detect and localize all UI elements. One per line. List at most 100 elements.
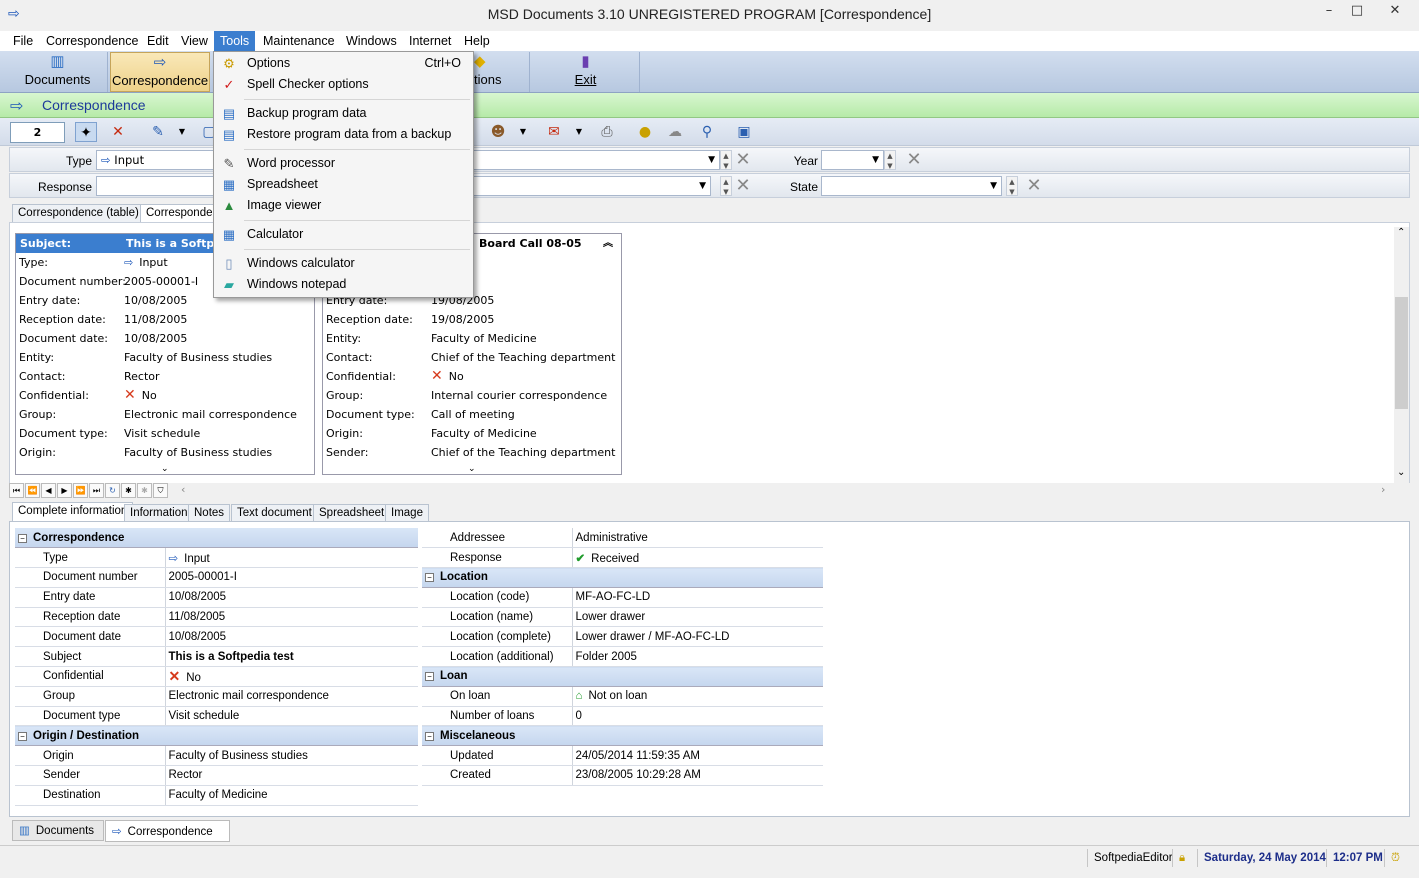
tab-information[interactable]: Information [124, 504, 194, 522]
detail-row[interactable]: Location (complete) Lower drawer / MF-AO-… [422, 626, 823, 648]
detail-row[interactable]: Origin Faculty of Business studies [15, 745, 418, 767]
detail-row[interactable]: Group Electronic mail correspondence [15, 686, 418, 707]
email-dropdown-icon[interactable]: ▼ [568, 122, 590, 142]
group-header[interactable]: − Location [422, 567, 823, 588]
collapse-group-icon[interactable]: − [18, 533, 27, 543]
detail-row[interactable]: Created 23/08/2005 10:29:28 AM [422, 765, 823, 786]
detail-row[interactable]: Location (additional) Folder 2005 [422, 646, 823, 668]
scroll-right-icon[interactable]: › [1381, 483, 1385, 496]
detail-row[interactable]: Entry date 10/08/2005 [15, 587, 418, 608]
last-record-icon[interactable]: ⏭ [89, 483, 104, 498]
lookup-icon[interactable]: ✦ [75, 122, 97, 142]
detail-row[interactable]: Confidential ✕ No [15, 666, 418, 687]
detail-row[interactable]: Type ⇨ Input [15, 547, 418, 569]
next-record-icon[interactable]: ▶ [57, 483, 72, 498]
clear-year-icon[interactable]: ✕ [903, 150, 925, 170]
filter-icon[interactable]: ⛉ [153, 483, 168, 498]
exit-button[interactable]: ▮ Exit [532, 52, 640, 92]
menu-maintenance[interactable]: Maintenance [257, 31, 341, 51]
insert-icon[interactable]: ✱ [121, 483, 136, 498]
card-expand-icon[interactable]: ⌄ [161, 464, 169, 474]
type-secondary-select[interactable]: ▼ [474, 150, 720, 170]
email-delete-icon[interactable]: ✉ [543, 122, 565, 142]
year-spinner[interactable]: ▲ ▼ [884, 150, 896, 170]
detail-row[interactable]: Location (name) Lower drawer [422, 607, 823, 628]
detail-row[interactable]: Reception date 11/08/2005 [15, 607, 418, 628]
menu-correspondence[interactable]: Correspondence [40, 31, 144, 51]
menu-windows[interactable]: Windows [340, 31, 403, 51]
edit-icon[interactable]: ✎ [147, 122, 169, 142]
tools-menu-item-spellcheck[interactable]: ✓ Spell Checker options [214, 74, 473, 95]
tools-menu-item-restore[interactable]: ▤ Restore program data from a backup [214, 124, 473, 145]
window-tab-correspondence[interactable]: ⇨ Correspondence [105, 820, 230, 842]
prev-page-icon[interactable]: ⏪ [25, 483, 40, 498]
detail-row[interactable]: Document number 2005-00001-I [15, 567, 418, 588]
tools-menu-item-windows-calculator[interactable]: ▯ Windows calculator [214, 253, 473, 274]
collapse-group-icon[interactable]: − [425, 672, 434, 682]
contact-schedule-icon[interactable]: ☻ [487, 122, 509, 142]
record-number-field[interactable]: 2 [10, 122, 65, 143]
tab-notes[interactable]: Notes [188, 504, 231, 522]
type-spinner[interactable]: ▲ ▼ [720, 150, 732, 170]
group-icon[interactable]: ● [634, 122, 656, 142]
response-secondary-select[interactable]: ▼ [474, 176, 711, 196]
detail-row[interactable]: Destination Faculty of Medicine [15, 785, 418, 806]
window-tab-documents[interactable]: ▥ Documents [12, 820, 104, 841]
tab-complete-information[interactable]: Complete information [12, 502, 134, 522]
detail-row[interactable]: Sender Rector [15, 765, 418, 786]
detail-row[interactable]: Addressee Administrative [422, 528, 823, 549]
tab-spreadsheet[interactable]: Spreadsheet [313, 504, 391, 522]
tab-text-document[interactable]: Text document [231, 504, 318, 522]
window-icon[interactable]: ▣ [733, 122, 755, 142]
detail-row[interactable]: Subject This is a Softpedia test [15, 646, 418, 668]
card-expand-icon[interactable]: ⌄ [468, 464, 476, 474]
detail-row[interactable]: Document date 10/08/2005 [15, 626, 418, 648]
tools-menu-item-notepad[interactable]: ▰ Windows notepad [214, 274, 473, 295]
collapse-group-icon[interactable]: − [18, 731, 27, 741]
cloud-icon[interactable]: ☁ [664, 122, 686, 142]
print-icon[interactable]: ⎙ [596, 122, 618, 142]
menu-edit[interactable]: Edit [141, 31, 175, 51]
detail-row[interactable]: Response ✔ Received [422, 547, 823, 569]
state-select[interactable]: ▼ [821, 176, 1002, 196]
menu-tools[interactable]: Tools [214, 31, 256, 51]
tools-menu-item-image-viewer[interactable]: ▲ Image viewer [214, 195, 473, 216]
scroll-up-icon[interactable]: ⌃ [1397, 227, 1405, 238]
collapse-group-icon[interactable]: − [425, 731, 434, 741]
edit-dropdown-icon[interactable]: ▼ [171, 122, 193, 142]
clear-state-icon[interactable]: ✕ [1023, 176, 1045, 196]
next-page-icon[interactable]: ⏩ [73, 483, 88, 498]
group-header[interactable]: − Loan [422, 666, 823, 687]
response-field[interactable] [96, 176, 226, 196]
collapse-group-icon[interactable]: − [425, 573, 434, 583]
documents-button[interactable]: ▥ Documents [8, 52, 108, 92]
menu-help[interactable]: Help [458, 31, 496, 51]
detail-row[interactable]: Updated 24/05/2014 11:59:35 AM [422, 745, 823, 767]
tools-menu-item-gears[interactable]: ⚙ Options Ctrl+O [214, 53, 473, 74]
year-select[interactable]: ▼ [821, 150, 884, 170]
detail-row[interactable]: Number of loans 0 [422, 706, 823, 727]
group-header[interactable]: − Miscelaneous [422, 725, 823, 747]
group-header[interactable]: − Correspondence [15, 528, 418, 549]
tools-menu-item-backup[interactable]: ▤ Backup program data [214, 103, 473, 124]
state-spinner[interactable]: ▲ ▼ [1006, 176, 1018, 196]
clear-type-icon[interactable]: ✕ [732, 150, 754, 170]
contact-dropdown-icon[interactable]: ▼ [512, 122, 534, 142]
tools-menu-item-spreadsheet[interactable]: ▦ Spreadsheet [214, 174, 473, 195]
response-spinner[interactable]: ▲ ▼ [720, 176, 732, 196]
scroll-down-icon[interactable]: ⌄ [1397, 467, 1405, 478]
maximize-button[interactable]: □ [1340, 0, 1374, 22]
type-field[interactable]: ⇨ Input [96, 150, 226, 170]
search-icon[interactable]: ⚲ [696, 122, 718, 142]
tools-menu-item-word-processor[interactable]: ✎ Word processor [214, 153, 473, 174]
scroll-thumb[interactable] [1395, 297, 1408, 409]
delete-icon[interactable]: ✕ [107, 122, 129, 142]
tab-correspondence-cards[interactable]: Correspondence [140, 204, 215, 222]
first-record-icon[interactable]: ⏮ [9, 483, 24, 498]
detail-row[interactable]: Location (code) MF-AO-FC-LD [422, 587, 823, 608]
correspondence-button[interactable]: ⇨ Correspondence [110, 52, 210, 92]
menu-file[interactable]: File [7, 31, 39, 51]
tools-menu-item-calculator[interactable]: ▦ Calculator [214, 224, 473, 245]
refresh-icon[interactable]: ↻ [105, 483, 120, 498]
alarm-icon[interactable]: ⏰︎ [1384, 849, 1406, 867]
